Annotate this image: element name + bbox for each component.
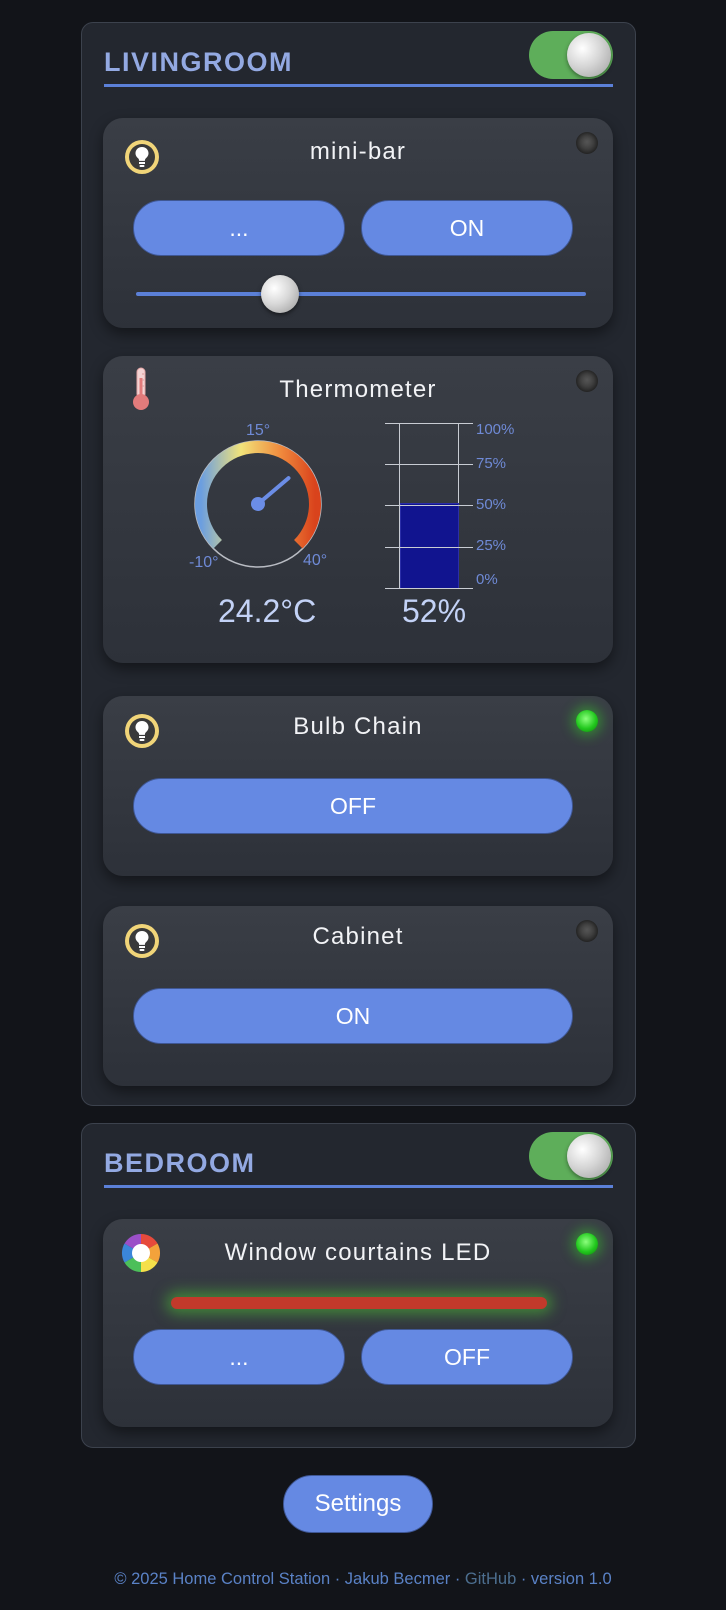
- toggle-knob: [567, 33, 611, 77]
- temperature-value: 24.2°C: [218, 593, 317, 629]
- dimmer-slider-track[interactable]: [136, 292, 586, 296]
- power-button[interactable]: ON: [133, 988, 573, 1044]
- device-card-bulbchain: Bulb Chain OFF: [103, 696, 613, 876]
- room-title: LIVINGROOM: [104, 47, 293, 77]
- device-card-courtains-led: Window courtains LED ... OFF: [103, 1219, 613, 1427]
- device-card-thermometer: Thermometer 15° -10° 40° 24.2°C 100% 75%…: [103, 356, 613, 663]
- footer: © 2025 Home Control Station · Jakub Becm…: [0, 1570, 726, 1589]
- humidity-value: 52%: [402, 593, 467, 629]
- status-led: [576, 1233, 598, 1255]
- github-link[interactable]: GitHub: [465, 1570, 516, 1588]
- dimmer-slider-thumb[interactable]: [261, 275, 299, 313]
- gauge-mid-label: 15°: [246, 422, 271, 439]
- status-led: [576, 132, 598, 154]
- more-options-button[interactable]: ...: [133, 1329, 345, 1385]
- humidity-scale-25: 25%: [476, 537, 507, 554]
- footer-version: · version 1.0: [516, 1570, 612, 1588]
- status-led: [576, 920, 598, 942]
- led-color-preview: [171, 1297, 547, 1309]
- room-header: LIVINGROOM: [104, 31, 613, 87]
- status-led: [576, 370, 598, 392]
- power-button[interactable]: OFF: [361, 1329, 573, 1385]
- room-header: BEDROOM: [104, 1132, 613, 1188]
- room-title: BEDROOM: [104, 1148, 256, 1178]
- device-name: Cabinet: [312, 923, 404, 950]
- settings-button[interactable]: Settings: [283, 1475, 433, 1533]
- humidity-fill: [400, 503, 459, 589]
- temperature-gauge: [194, 440, 322, 568]
- status-led: [576, 710, 598, 732]
- footer-copyright: © 2025 Home Control Station · Jakub Becm…: [114, 1570, 465, 1588]
- humidity-scale-50: 50%: [476, 496, 507, 513]
- device-name: Bulb Chain: [293, 713, 423, 740]
- device-card-cabinet: Cabinet ON: [103, 906, 613, 1086]
- device-name: Thermometer: [279, 376, 437, 403]
- humidity-scale-0: 0%: [476, 571, 498, 588]
- humidity-bar-chart: 100% 75% 50% 25% 0%: [385, 421, 535, 589]
- power-button[interactable]: ON: [361, 200, 573, 256]
- more-options-button[interactable]: ...: [133, 200, 345, 256]
- toggle-knob: [567, 1134, 611, 1178]
- room-livingroom: LIVINGROOM mini-bar ... ON Thermometer 1…: [81, 22, 636, 1106]
- gauge-max-label: 40°: [303, 552, 328, 569]
- power-button[interactable]: OFF: [133, 778, 573, 834]
- device-name: Window courtains LED: [224, 1239, 492, 1266]
- humidity-scale-75: 75%: [476, 455, 507, 472]
- device-card-minibar: mini-bar ... ON: [103, 118, 613, 328]
- humidity-scale-100: 100%: [476, 421, 515, 438]
- device-name: mini-bar: [309, 138, 407, 165]
- room-power-toggle[interactable]: [529, 1132, 613, 1180]
- room-bedroom: BEDROOM Window courtains LED ... OFF: [81, 1123, 636, 1448]
- room-power-toggle[interactable]: [529, 31, 613, 79]
- gauge-min-label: -10°: [189, 554, 219, 571]
